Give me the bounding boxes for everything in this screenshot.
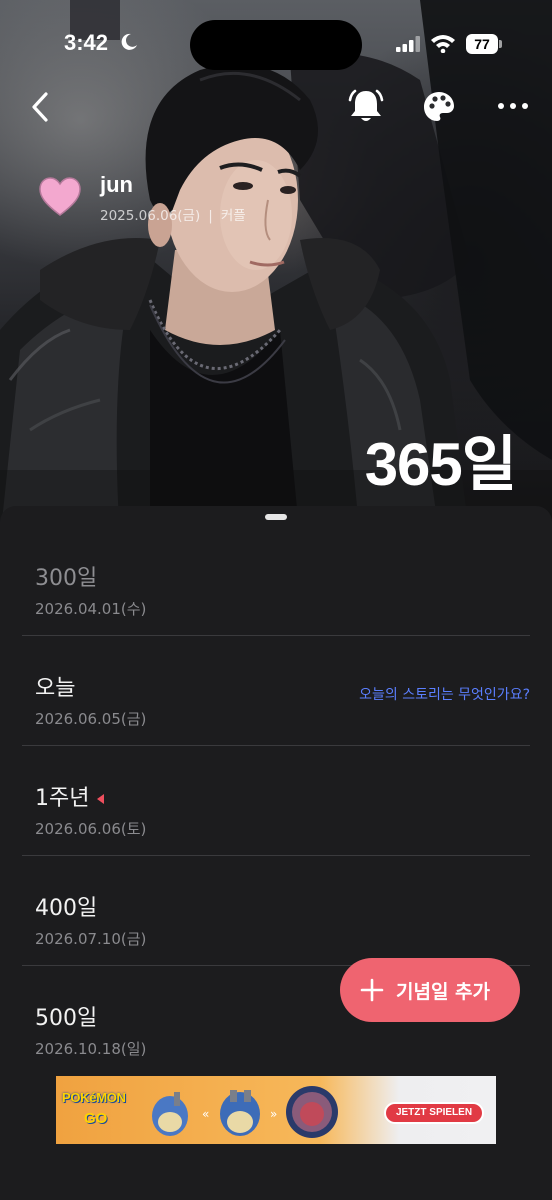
- hero-photo: 3:42 77 jun 2025.06.06(금) | 커플 365일: [0, 0, 552, 540]
- anniversary-item-today[interactable]: 오늘 2026.06.05(금) 오늘의 스토리는 무엇인가요?: [22, 636, 530, 746]
- add-anniversary-button[interactable]: 기념일 추가: [340, 958, 520, 1022]
- anniversary-date: 2026.07.10(금): [35, 930, 147, 948]
- anniversary-title: 1주년: [35, 780, 105, 812]
- anniversary-item[interactable]: 1주년 2026.06.06(토): [22, 746, 530, 856]
- couple-name: jun: [100, 172, 133, 197]
- meta-separator: |: [208, 208, 213, 224]
- start-date: 2025.06.06(금): [100, 208, 201, 224]
- battery-indicator: 77: [466, 34, 502, 54]
- anniversary-date: 2026.06.06(토): [35, 820, 147, 838]
- ad-logo: POKéMON GO: [62, 1088, 134, 1134]
- svg-text:«: «: [202, 1107, 209, 1121]
- more-icon[interactable]: [496, 96, 530, 116]
- wifi-icon: [431, 35, 455, 53]
- battery-level: 77: [474, 36, 490, 52]
- ad-logo-go: GO: [84, 1110, 108, 1127]
- anniversary-item[interactable]: 400일 2026.07.10(금): [22, 856, 530, 966]
- status-time: 3:42: [64, 30, 109, 55]
- add-anniversary-label: 기념일 추가: [396, 980, 491, 1003]
- dynamic-island: [190, 20, 362, 70]
- today-story-link[interactable]: 오늘의 스토리는 무엇인가요?: [359, 684, 530, 704]
- bell-icon[interactable]: [348, 88, 384, 124]
- category-label: 커플: [220, 208, 246, 224]
- palette-icon[interactable]: [422, 90, 456, 124]
- back-arrow-icon[interactable]: [24, 88, 60, 128]
- anniversary-title: 300일: [35, 566, 98, 591]
- ad-banner[interactable]: POKéMON GO « » JETZT SPIELEN: [56, 1076, 496, 1144]
- anniversary-item[interactable]: 300일 2026.04.01(수): [22, 526, 530, 636]
- anniversary-title: 500일: [35, 1006, 98, 1031]
- anniversary-title: 400일: [35, 896, 98, 921]
- status-bar: 3:42 77: [0, 0, 552, 90]
- current-marker-icon: [97, 794, 105, 804]
- plus-icon: [360, 978, 384, 1002]
- anniversary-date: 2026.06.05(금): [35, 710, 147, 728]
- couple-meta: 2025.06.06(금) | 커플: [100, 204, 246, 224]
- day-count: 365일: [364, 431, 517, 498]
- heart-icon[interactable]: [38, 176, 82, 218]
- sheet-drag-handle[interactable]: [265, 514, 287, 520]
- anniversary-title: 오늘: [35, 676, 76, 701]
- anniversary-date: 2026.10.18(일): [35, 1040, 147, 1058]
- svg-text:»: »: [270, 1107, 277, 1121]
- ad-logo-text: POKéMON: [62, 1090, 126, 1105]
- anniversary-date: 2026.04.01(수): [35, 600, 147, 618]
- signal-icon: [396, 36, 420, 52]
- ad-pokemon-illustration: « »: [152, 1086, 338, 1138]
- moon-icon: [121, 33, 137, 50]
- ad-cta-button[interactable]: JETZT SPIELEN: [384, 1102, 484, 1124]
